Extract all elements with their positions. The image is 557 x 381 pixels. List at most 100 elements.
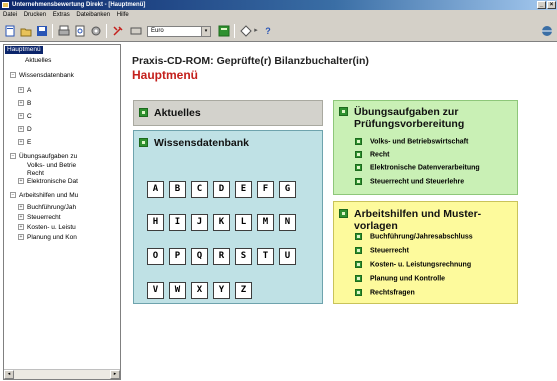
leaf-icon [18, 170, 24, 176]
chevron-down-icon[interactable]: ▾ [201, 27, 210, 36]
letter-button-o[interactable]: O [147, 248, 164, 265]
tree-item-volks-betrieb[interactable]: Volks- und Betrie [18, 162, 76, 170]
tree-item-edv[interactable]: + Elektronische Dat [18, 178, 78, 186]
arbeitshilfen-title[interactable]: Arbeitshilfen und Muster-vorlagen [339, 208, 481, 232]
menu-drucken[interactable]: Drucken [24, 12, 46, 18]
menu-dateibanken[interactable]: Dateibanken [76, 12, 110, 18]
tree-item-c[interactable]: + C [18, 113, 32, 121]
uebung-item-steuer[interactable]: Steuerrecht und Steuerlehre [355, 178, 464, 185]
settings-icon[interactable] [90, 25, 102, 37]
expand-icon[interactable]: + [18, 126, 24, 133]
tree-item-arbeitshilfen[interactable]: − Arbeitshilfen und Mu [10, 192, 78, 200]
letter-button-e[interactable]: E [235, 181, 252, 198]
expand-icon[interactable]: + [18, 139, 24, 146]
arbeit-item-planung[interactable]: Planung und Kontrolle [355, 275, 445, 282]
menu-extras[interactable]: Extras [53, 12, 70, 18]
menu-hilfe[interactable]: Hilfe [117, 12, 129, 18]
letter-button-u[interactable]: U [279, 248, 296, 265]
letter-button-q[interactable]: Q [191, 248, 208, 265]
help-icon[interactable]: ? [262, 25, 274, 37]
horizontal-scrollbar[interactable]: ◂ ▸ [4, 369, 120, 379]
new-document-icon[interactable] [4, 25, 16, 37]
leaf-icon [18, 162, 24, 168]
tree-item-wissensdatenbank[interactable]: − Wissensdatenbank [10, 72, 74, 80]
letter-button-c[interactable]: C [191, 181, 208, 198]
expand-icon[interactable]: + [18, 204, 24, 211]
letter-button-y[interactable]: Y [213, 282, 230, 299]
arbeit-item-steuerrecht[interactable]: Steuerrecht [355, 247, 409, 254]
expand-icon[interactable]: + [18, 113, 24, 120]
arrow-right-icon[interactable]: ▸ [250, 25, 262, 37]
print-preview-icon[interactable] [74, 25, 86, 37]
tree-item-uebungsaufgaben[interactable]: − Übungsaufgaben zu [10, 153, 77, 161]
arbeit-item-rechtsfragen[interactable]: Rechtsfragen [355, 289, 415, 296]
letter-button-p[interactable]: P [169, 248, 186, 265]
letter-button-w[interactable]: W [169, 282, 186, 299]
tree-item-b[interactable]: + B [18, 100, 31, 108]
expand-icon[interactable]: + [18, 100, 24, 107]
letter-button-j[interactable]: J [191, 214, 208, 231]
collapse-icon[interactable]: − [10, 153, 16, 160]
letter-button-n[interactable]: N [279, 214, 296, 231]
expand-icon[interactable]: + [18, 224, 24, 231]
letter-button-s[interactable]: S [235, 248, 252, 265]
tree-item-recht[interactable]: Recht [18, 170, 44, 178]
collapse-icon[interactable]: − [10, 192, 16, 199]
scroll-left-icon[interactable]: ◂ [4, 370, 14, 379]
letter-button-a[interactable]: A [147, 181, 164, 198]
letter-button-i[interactable]: I [169, 214, 186, 231]
letter-button-r[interactable]: R [213, 248, 230, 265]
currency-select[interactable]: Euro ▾ [147, 26, 211, 37]
tree-item-e[interactable]: + E [18, 139, 31, 147]
web-icon[interactable] [540, 25, 552, 37]
arbeit-item-buchfuehrung[interactable]: Buchführung/Jahresabschluss [355, 233, 473, 240]
tree-item-a[interactable]: + A [18, 87, 31, 95]
bullet-icon [339, 107, 348, 116]
uebungsaufgaben-panel: Übungsaufgaben zur Prüfungsvorbereitung V… [333, 100, 518, 195]
tree-item-kosten[interactable]: + Kosten- u. Leistu [18, 224, 76, 232]
letter-button-m[interactable]: M [257, 214, 274, 231]
expand-icon[interactable]: + [18, 234, 24, 241]
letter-button-v[interactable]: V [147, 282, 164, 299]
expand-icon[interactable]: + [18, 87, 24, 94]
arbeit-item-kosten[interactable]: Kosten- u. Leistungsrechnung [355, 261, 471, 268]
calculator-icon[interactable] [218, 25, 230, 37]
expand-icon[interactable]: + [18, 214, 24, 221]
letter-button-g[interactable]: G [279, 181, 296, 198]
letter-button-f[interactable]: F [257, 181, 274, 198]
collapse-icon[interactable]: − [10, 72, 16, 79]
tree-item-d[interactable]: + D [18, 126, 32, 134]
minimize-button[interactable]: _ [537, 1, 546, 9]
letter-button-h[interactable]: H [147, 214, 164, 231]
aktuelles-panel[interactable]: Aktuelles [133, 100, 323, 126]
letter-button-k[interactable]: K [213, 214, 230, 231]
letter-button-b[interactable]: B [169, 181, 186, 198]
menu-bar: Datei Drucken Extras Dateibanken Hilfe [0, 10, 557, 20]
tools-icon[interactable] [112, 25, 124, 37]
uebung-item-edv[interactable]: Elektronische Datenverarbeitung [355, 164, 480, 171]
uebung-item-recht[interactable]: Recht [355, 151, 389, 158]
open-folder-icon[interactable] [20, 25, 32, 37]
menu-datei[interactable]: Datei [3, 12, 17, 18]
close-button[interactable]: × [547, 1, 556, 9]
print-icon[interactable] [58, 25, 70, 37]
bullet-icon [355, 289, 362, 296]
letter-button-d[interactable]: D [213, 181, 230, 198]
uebung-item-volks[interactable]: Volks- und Betriebswirtschaft [355, 138, 468, 145]
tree-item-buchfuehrung[interactable]: + Buchführung/Jah [18, 204, 76, 212]
tree-item-planung[interactable]: + Planung und Kon [18, 234, 77, 242]
expand-icon[interactable]: + [18, 178, 24, 185]
save-icon[interactable] [36, 25, 48, 37]
scroll-right-icon[interactable]: ▸ [110, 370, 120, 379]
letter-button-l[interactable]: L [235, 214, 252, 231]
tree-item-steuerrecht[interactable]: + Steuerrecht [18, 214, 61, 222]
wissensdatenbank-link[interactable]: Wissensdatenbank [139, 137, 249, 149]
tree-item-aktuelles[interactable]: Aktuelles [18, 57, 51, 65]
letter-button-z[interactable]: Z [235, 282, 252, 299]
uebungsaufgaben-title[interactable]: Übungsaufgaben zur Prüfungsvorbereitung [339, 106, 464, 130]
aktuelles-link[interactable]: Aktuelles [139, 107, 201, 119]
letter-button-x[interactable]: X [191, 282, 208, 299]
tree-toggle-icon[interactable] [18, 57, 22, 63]
tree-item-hauptmenu[interactable]: Hauptmenü [5, 46, 43, 54]
letter-button-t[interactable]: T [257, 248, 274, 265]
